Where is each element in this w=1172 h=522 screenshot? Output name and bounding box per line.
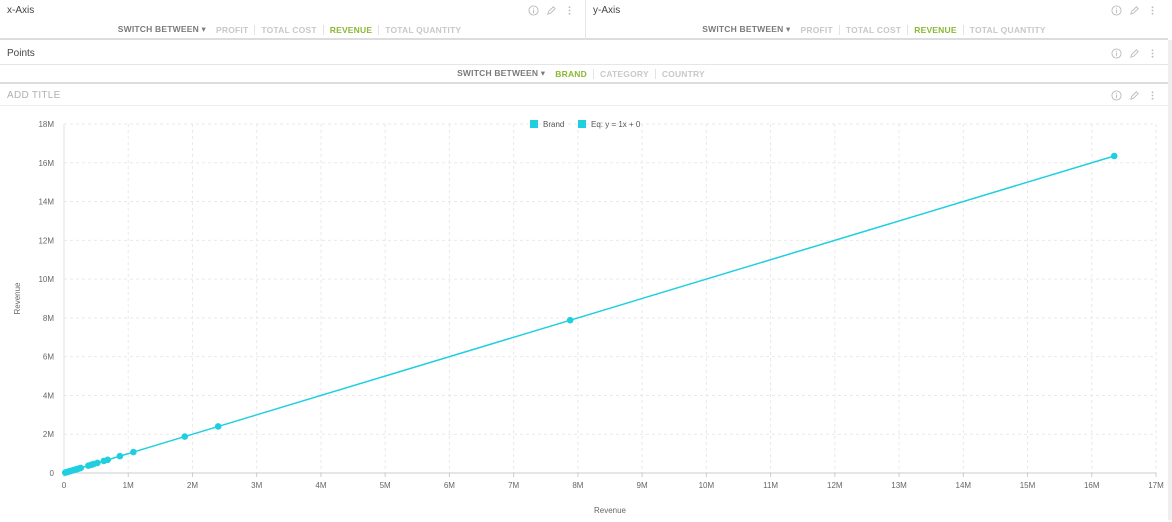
- x-tick-label: 17M: [1148, 481, 1164, 490]
- x-tick-label: 7M: [508, 481, 519, 490]
- y-tick-label: 12M: [38, 236, 54, 245]
- x-tick-label: 16M: [1084, 481, 1100, 490]
- legend-entry: Brand: [543, 120, 564, 129]
- yaxis-option-total-cost[interactable]: TOTAL COST: [838, 24, 907, 35]
- xaxis-panel-header: x-Axis: [0, 0, 585, 22]
- xaxis-panel-title: x-Axis: [7, 5, 35, 16]
- x-tick-label: 4M: [315, 481, 326, 490]
- y-tick-label: 0: [50, 469, 55, 478]
- data-point: [94, 459, 101, 467]
- info-icon[interactable]: [1111, 48, 1122, 59]
- yaxis-panel-header: y-Axis: [586, 0, 1168, 22]
- info-icon[interactable]: [1111, 5, 1122, 16]
- data-point: [1110, 152, 1118, 160]
- data-point: [116, 452, 124, 460]
- x-tick-label: 5M: [380, 481, 391, 490]
- xaxis-switch-label[interactable]: SWITCH BETWEEN ▾: [118, 24, 206, 35]
- y-tick-label: 6M: [43, 353, 54, 362]
- x-tick-label: 12M: [827, 481, 843, 490]
- y-tick-label: 16M: [38, 159, 54, 168]
- y-axis-title: Revenue: [13, 282, 22, 315]
- edit-pencil-icon[interactable]: [1129, 90, 1140, 101]
- points-option-country[interactable]: COUNTRY: [654, 68, 711, 79]
- scrollbar[interactable]: [1168, 40, 1172, 520]
- y-tick-label: 18M: [38, 120, 54, 129]
- x-tick-label: 1M: [123, 481, 134, 490]
- data-point: [181, 433, 189, 440]
- points-option-brand[interactable]: BRAND: [553, 69, 593, 79]
- more-menu-icon[interactable]: [564, 5, 575, 16]
- edit-pencil-icon[interactable]: [1129, 5, 1140, 16]
- regression-line: [65, 155, 1115, 474]
- points-panel-actions: [1111, 48, 1158, 59]
- yaxis-option-total-quantity[interactable]: TOTAL QUANTITY: [962, 24, 1052, 35]
- xaxis-panel-actions: [528, 5, 575, 16]
- yaxis-panel-title: y-Axis: [593, 5, 621, 16]
- chart-panel-header: ADD TITLE: [0, 85, 1168, 106]
- points-panel-header: Points: [0, 43, 1168, 65]
- yaxis-option-revenue[interactable]: REVENUE: [907, 24, 963, 35]
- x-tick-label: 0: [62, 481, 67, 490]
- xaxis-option-revenue[interactable]: REVENUE: [322, 24, 379, 35]
- x-tick-label: 13M: [891, 481, 907, 490]
- chart-grid: [64, 123, 1157, 474]
- scatter-chart: 0 2M 4M 6M 8M 10M 12M 14M 16M 18M 0 1M 2M 3M 4M 5M 6M 7M 8…: [13, 120, 1164, 515]
- x-tick-label: 11M: [763, 481, 778, 490]
- points-switch-label[interactable]: SWITCH BETWEEN ▾: [457, 68, 545, 79]
- points-panel-title: Points: [7, 48, 35, 59]
- data-point: [566, 316, 574, 324]
- x-tick-label: 2M: [187, 481, 198, 490]
- info-icon[interactable]: [528, 5, 539, 16]
- x-tick-label: 9M: [637, 481, 648, 490]
- data-point: [214, 423, 222, 430]
- legend-swatch: [578, 120, 586, 128]
- chart-title-placeholder[interactable]: ADD TITLE: [7, 90, 61, 101]
- data-point: [77, 464, 85, 472]
- legend-swatch: [530, 120, 538, 128]
- chart-legend: Brand Eq: y = 1x + 0: [530, 120, 641, 129]
- data-point: [130, 448, 137, 456]
- more-menu-icon[interactable]: [1147, 5, 1158, 16]
- x-tick-label: 6M: [444, 481, 455, 490]
- xaxis-option-total-cost[interactable]: TOTAL COST: [254, 24, 322, 35]
- yaxis-switch-label[interactable]: SWITCH BETWEEN ▾: [702, 24, 790, 35]
- x-tick-label: 15M: [1020, 481, 1036, 490]
- more-menu-icon[interactable]: [1147, 90, 1158, 101]
- x-tick-label: 14M: [956, 481, 972, 490]
- x-tick-label: 8M: [572, 481, 583, 490]
- y-tick-label: 4M: [43, 391, 54, 400]
- points-switch-bar: SWITCH BETWEEN ▾ BRAND CATEGORY COUNTRY: [0, 65, 1168, 84]
- y-tick-label: 2M: [43, 430, 54, 439]
- yaxis-panel-actions: [1111, 5, 1158, 16]
- data-point: [104, 456, 111, 464]
- yaxis-option-profit[interactable]: PROFIT: [798, 25, 838, 35]
- y-tick-label: 14M: [38, 198, 54, 207]
- edit-pencil-icon[interactable]: [1129, 48, 1140, 59]
- y-tick-label: 10M: [38, 275, 54, 284]
- points-option-category[interactable]: CATEGORY: [592, 68, 655, 79]
- x-axis-title: Revenue: [594, 506, 627, 515]
- more-menu-icon[interactable]: [1147, 48, 1158, 59]
- xaxis-option-total-quantity[interactable]: TOTAL QUANTITY: [378, 24, 467, 35]
- xaxis-option-profit[interactable]: PROFIT: [214, 25, 254, 35]
- yaxis-switch-bar: SWITCH BETWEEN ▾ PROFIT TOTAL COST REVEN…: [586, 21, 1168, 40]
- edit-pencil-icon[interactable]: [546, 5, 557, 16]
- chart-panel-actions: [1111, 90, 1158, 101]
- xaxis-switch-bar: SWITCH BETWEEN ▾ PROFIT TOTAL COST REVEN…: [0, 21, 585, 40]
- panel-divider: [585, 0, 586, 40]
- x-tick-label: 10M: [699, 481, 715, 490]
- legend-entry: Eq: y = 1x + 0: [591, 120, 641, 129]
- info-icon[interactable]: [1111, 90, 1122, 101]
- y-tick-label: 8M: [43, 314, 54, 323]
- x-tick-label: 3M: [251, 481, 262, 490]
